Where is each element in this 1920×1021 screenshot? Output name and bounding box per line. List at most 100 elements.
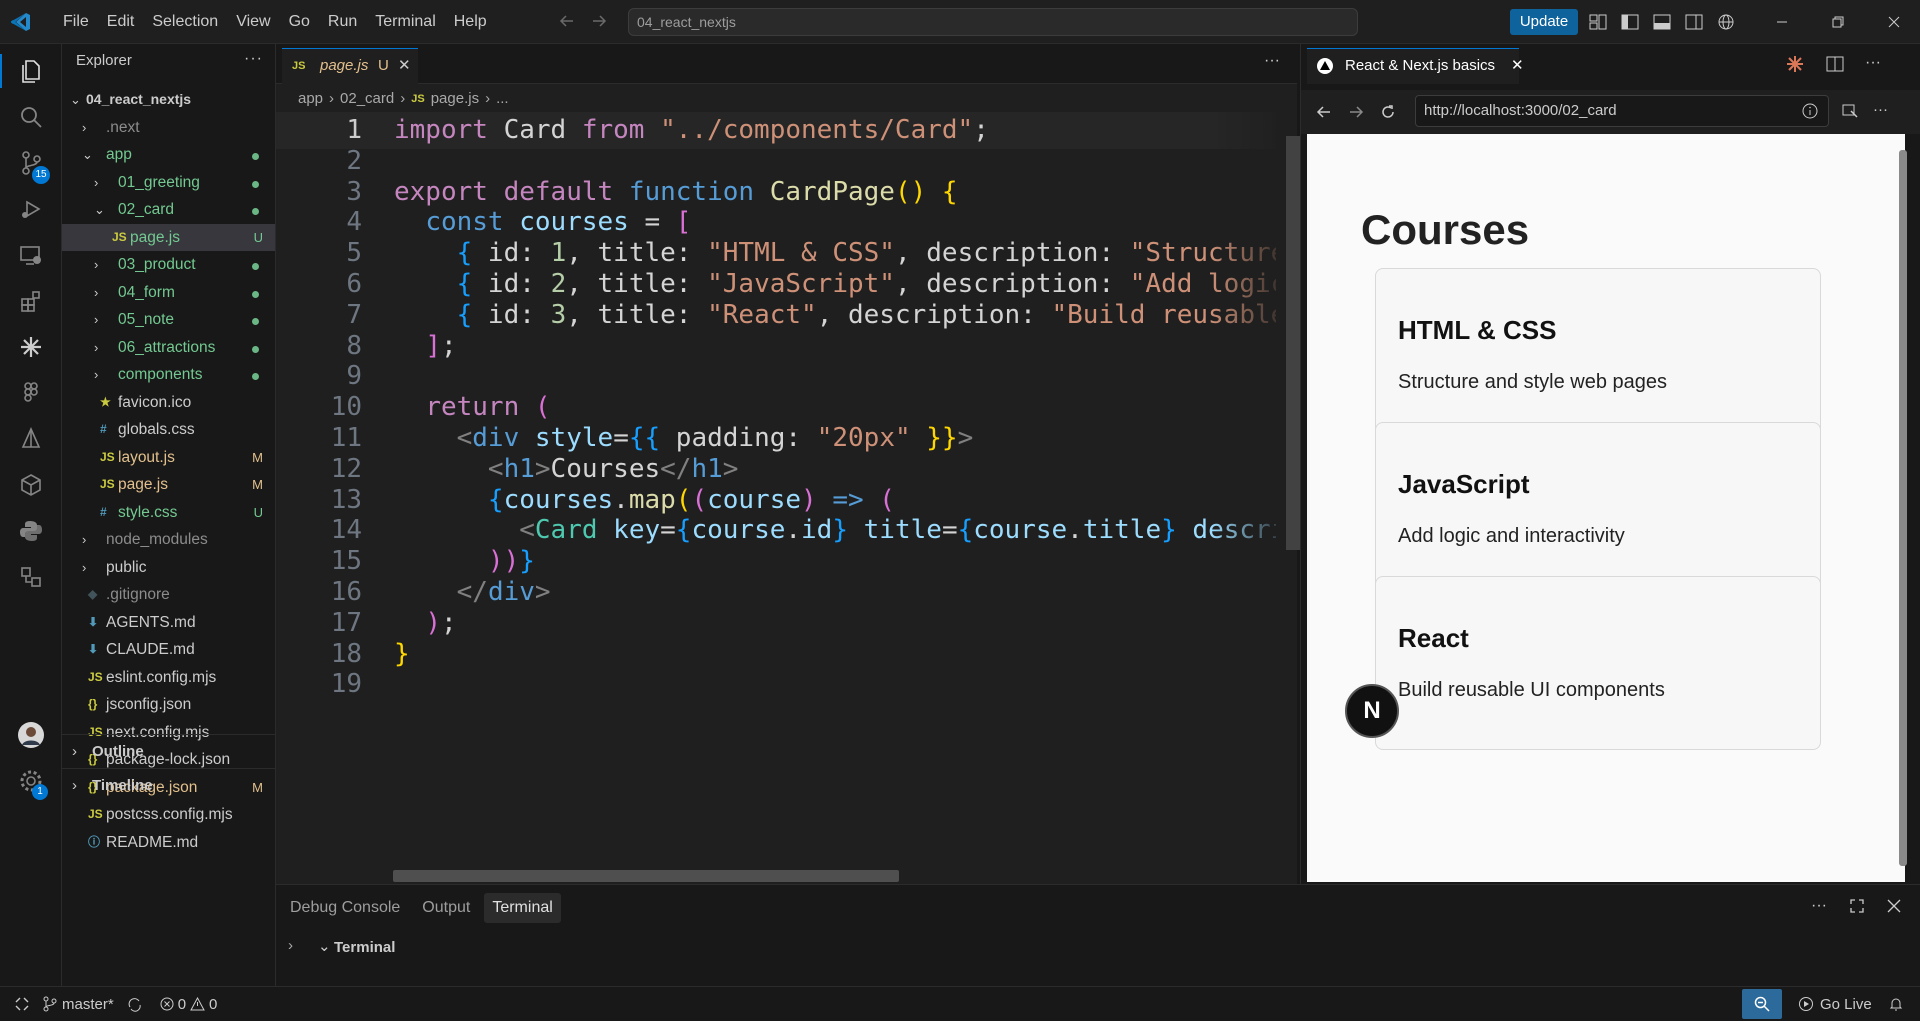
minimize-button[interactable] bbox=[1754, 0, 1810, 44]
menu-edit[interactable]: Edit bbox=[98, 0, 144, 44]
breadcrumb-02-card[interactable]: 02_card bbox=[340, 88, 394, 110]
tree-file[interactable]: {} jsconfig.json bbox=[62, 691, 275, 719]
tab-page-js[interactable]: JS page.js U ✕ bbox=[282, 48, 418, 84]
menu-go[interactable]: Go bbox=[280, 0, 319, 44]
timeline-section[interactable]: › Timeline bbox=[62, 768, 275, 802]
settings-gear-icon[interactable]: 1 bbox=[0, 756, 62, 806]
tab-terminal[interactable]: Terminal bbox=[484, 893, 561, 923]
menu-file[interactable]: File bbox=[54, 0, 98, 44]
more-actions-icon[interactable]: ··· bbox=[244, 50, 263, 68]
tree-file[interactable]: ★ favicon.ico bbox=[62, 389, 275, 417]
editor-vertical-scrollbar[interactable] bbox=[1286, 136, 1300, 550]
close-browser-tab-icon[interactable]: ✕ bbox=[1511, 49, 1524, 83]
tree-root[interactable]: ⌄ 04_react_nextjs bbox=[62, 86, 275, 114]
tree-file[interactable]: JS postcss.config.mjs bbox=[62, 801, 275, 829]
sail-icon[interactable] bbox=[0, 414, 62, 464]
remote-explorer-icon[interactable] bbox=[0, 230, 62, 280]
tree-folder[interactable]: › .next bbox=[62, 114, 275, 142]
claude-spark-icon[interactable] bbox=[1785, 54, 1805, 74]
tree-folder[interactable]: › node_modules bbox=[62, 526, 275, 554]
info-icon[interactable] bbox=[1802, 103, 1818, 119]
tree-folder[interactable]: › 05_note bbox=[62, 306, 275, 334]
branch-indicator[interactable]: master* bbox=[42, 996, 114, 1013]
tree-file[interactable]: ⬇ CLAUDE.md bbox=[62, 636, 275, 664]
more-actions-icon[interactable]: ··· bbox=[1811, 897, 1827, 915]
tree-file[interactable]: ⓘ README.md bbox=[62, 829, 275, 857]
editor-more-actions-icon[interactable]: ··· bbox=[1264, 52, 1280, 70]
command-center-search[interactable]: 04_react_nextjs bbox=[628, 8, 1358, 36]
menu-view[interactable]: View bbox=[227, 0, 279, 44]
tree-folder[interactable]: › components bbox=[62, 361, 275, 389]
menu-selection[interactable]: Selection bbox=[143, 0, 227, 44]
python-icon[interactable] bbox=[0, 506, 62, 556]
nextjs-dev-indicator[interactable]: N bbox=[1345, 684, 1399, 738]
split-editor-icon[interactable] bbox=[1825, 54, 1845, 74]
toggle-primary-sidebar-icon[interactable] bbox=[1620, 12, 1640, 32]
browser-scrollbar[interactable] bbox=[1899, 150, 1907, 866]
tree-file[interactable]: # globals.css bbox=[62, 416, 275, 444]
tree-file[interactable]: JS page.js U bbox=[62, 223, 275, 251]
close-panel-icon[interactable] bbox=[1887, 899, 1901, 913]
tree-file[interactable]: ⬇ AGENTS.md bbox=[62, 609, 275, 637]
back-arrow-icon[interactable] bbox=[558, 12, 576, 30]
tree-file[interactable]: ◆ .gitignore bbox=[62, 581, 275, 609]
browser-forward-icon[interactable] bbox=[1347, 103, 1365, 121]
reload-icon[interactable] bbox=[1379, 103, 1397, 121]
tree-folder[interactable]: › 03_product bbox=[62, 251, 275, 279]
remote-indicator-icon[interactable] bbox=[14, 996, 30, 1012]
menu-run[interactable]: Run bbox=[319, 0, 366, 44]
tab-output[interactable]: Output bbox=[414, 893, 478, 923]
tree-file[interactable]: # style.css U bbox=[62, 499, 275, 527]
customize-layout-icon[interactable] bbox=[1588, 12, 1608, 32]
sync-icon[interactable] bbox=[126, 996, 144, 1012]
breadcrumb-page-js[interactable]: page.js bbox=[431, 88, 479, 110]
globe-icon[interactable] bbox=[1716, 12, 1736, 32]
containers-icon[interactable] bbox=[0, 552, 62, 602]
search-icon[interactable] bbox=[0, 92, 62, 142]
run-debug-icon[interactable] bbox=[0, 184, 62, 234]
update-button[interactable]: Update bbox=[1510, 9, 1578, 35]
accounts-avatar[interactable] bbox=[0, 710, 62, 760]
go-live-button[interactable]: Go Live bbox=[1798, 996, 1872, 1013]
toggle-panel-icon[interactable] bbox=[1652, 12, 1672, 32]
settings-badge: 1 bbox=[32, 784, 48, 800]
breadcrumb-symbol[interactable]: ... bbox=[496, 88, 509, 110]
more-actions-icon[interactable]: ··· bbox=[1865, 54, 1881, 74]
browser-back-icon[interactable] bbox=[1315, 103, 1333, 121]
tree-folder[interactable]: › 06_attractions bbox=[62, 334, 275, 362]
tree-file[interactable]: JS layout.js M bbox=[62, 444, 275, 472]
forward-arrow-icon[interactable] bbox=[590, 12, 608, 30]
cube-icon[interactable] bbox=[0, 460, 62, 510]
claude-spark-icon[interactable] bbox=[0, 322, 62, 372]
restore-button[interactable] bbox=[1810, 0, 1866, 44]
extensions-icon[interactable] bbox=[0, 276, 62, 326]
maximize-panel-icon[interactable] bbox=[1849, 898, 1865, 914]
tree-folder[interactable]: › 01_greeting bbox=[62, 169, 275, 197]
problems-indicator[interactable]: 0 0 bbox=[160, 996, 217, 1013]
close-window-button[interactable] bbox=[1866, 0, 1920, 44]
tree-folder[interactable]: ⌄ 02_card bbox=[62, 196, 275, 224]
tree-folder[interactable]: ⌄ app bbox=[62, 141, 275, 169]
browser-tab[interactable]: React & Next.js basics ✕ bbox=[1307, 48, 1524, 84]
outline-section[interactable]: › Outline bbox=[62, 734, 275, 768]
figma-icon[interactable] bbox=[0, 368, 62, 418]
notifications-bell-icon[interactable] bbox=[1888, 996, 1904, 1012]
explorer-icon[interactable] bbox=[0, 46, 62, 96]
zoom-out-button[interactable] bbox=[1742, 989, 1782, 1019]
menu-terminal[interactable]: Terminal bbox=[366, 0, 444, 44]
code-editor[interactable]: 1 import Card from "../components/Card"; 2… bbox=[276, 112, 1276, 862]
inspect-icon[interactable] bbox=[1841, 102, 1859, 120]
tree-file[interactable]: JS eslint.config.mjs bbox=[62, 664, 275, 692]
tab-debug-console[interactable]: Debug Console bbox=[282, 893, 408, 923]
menu-help[interactable]: Help bbox=[445, 0, 496, 44]
browser-more-icon[interactable]: ··· bbox=[1873, 102, 1888, 120]
close-tab-icon[interactable]: ✕ bbox=[398, 49, 411, 83]
tree-folder[interactable]: › public bbox=[62, 554, 275, 582]
tree-folder[interactable]: › 04_form bbox=[62, 279, 275, 307]
toggle-secondary-sidebar-icon[interactable] bbox=[1684, 12, 1704, 32]
editor-horizontal-scrollbar[interactable] bbox=[393, 870, 899, 882]
tree-file[interactable]: JS page.js M bbox=[62, 471, 275, 499]
url-input[interactable]: http://localhost:3000/02_card bbox=[1415, 95, 1829, 127]
source-control-icon[interactable]: 15 bbox=[0, 138, 62, 188]
breadcrumb-app[interactable]: app bbox=[298, 88, 323, 110]
